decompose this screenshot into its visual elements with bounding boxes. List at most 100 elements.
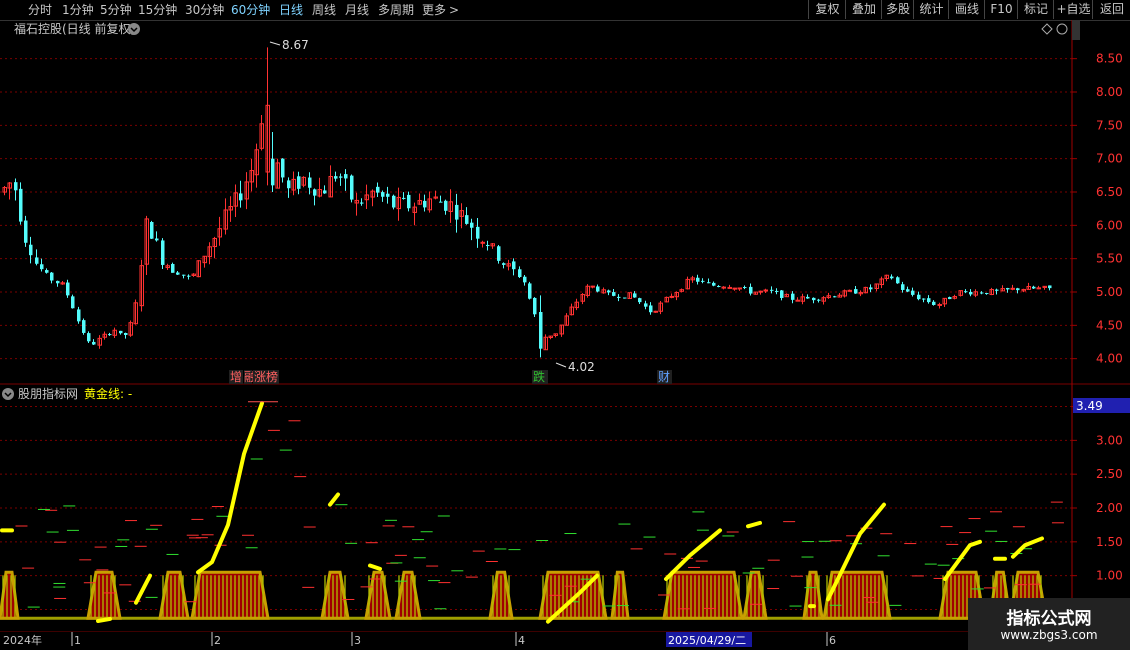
candle-body-down <box>623 297 627 299</box>
candle-body-down <box>775 290 779 292</box>
price-axis: 8.50 8.00 7.50 7.00 6.50 6.00 5.50 5.00 4.50 4.00 <box>1072 52 1123 366</box>
candle-body-down <box>638 298 642 303</box>
tab-period-fenshi[interactable]: 分时 <box>28 2 52 18</box>
candle-body-up <box>727 286 732 289</box>
candle-body-up <box>847 289 852 292</box>
gold-line-segment <box>328 492 340 507</box>
kline-chart[interactable]: 8.50 8.00 7.50 7.00 6.50 6.00 5.50 5.00 4.50 4.00… <box>0 20 1130 650</box>
dropdown-circle-icon[interactable] <box>128 23 140 35</box>
candle-body-down <box>806 296 810 299</box>
candle-body-down <box>465 215 469 224</box>
mark-button[interactable]: 标记 <box>1017 0 1054 19</box>
candle-body-up <box>1010 287 1015 290</box>
low-marker-label: 4.02 <box>568 360 595 374</box>
candle-body-down <box>617 296 621 298</box>
candle-body-down <box>964 291 968 293</box>
gold-line-label: 黄金线: - <box>84 386 132 401</box>
tab-period-monthly[interactable]: 月线 <box>345 2 369 18</box>
candle-body-down <box>995 289 999 291</box>
candle-body-down <box>71 296 75 309</box>
circle-icon[interactable] <box>1056 23 1068 35</box>
candle-body-down <box>969 291 973 295</box>
watermark-logo: 指标公式网 www.zbgs3.com <box>968 598 1130 650</box>
candle-body-down <box>444 200 448 211</box>
tab-period-15min[interactable]: 15分钟 <box>138 2 177 18</box>
price-tick-label: 6.50 <box>1096 185 1123 199</box>
tab-period-60min[interactable]: 60分钟 <box>231 2 270 18</box>
candle-body-down <box>906 289 910 292</box>
back-button[interactable]: 返回 <box>1092 0 1130 19</box>
candle-body-down <box>35 257 39 264</box>
candle-body-down <box>19 188 23 222</box>
tab-period-1min[interactable]: 1分钟 <box>62 2 94 18</box>
candle-body-down <box>518 269 522 278</box>
price-tick-label: 8.00 <box>1096 85 1123 99</box>
candle-body-down <box>512 261 516 270</box>
cursor-date-label: 2025/04/29/二 <box>668 634 746 647</box>
chevron-right-icon: > <box>449 3 460 17</box>
price-tick-label: 5.00 <box>1096 285 1123 299</box>
candle-body-up <box>732 287 737 290</box>
event-tags[interactable]: 增 融 涨榜 跌 财 <box>229 369 672 384</box>
candle-body-down <box>376 186 380 193</box>
draw-line-button[interactable]: 画线 <box>948 0 985 19</box>
fuquan-button[interactable]: 复权 <box>808 0 846 19</box>
candle-body-down <box>281 158 285 178</box>
candle-body-down <box>486 244 490 247</box>
price-tick-label: 7.00 <box>1096 152 1123 166</box>
f10-button[interactable]: F10 <box>984 0 1018 19</box>
candle-body-up <box>937 303 942 306</box>
candle-body-down <box>402 197 406 199</box>
candle-body-down <box>82 320 86 333</box>
tab-period-weekly[interactable]: 周线 <box>312 2 336 18</box>
candle-body-down <box>50 272 54 281</box>
gold-line-segment <box>196 401 264 575</box>
add-favorite-button[interactable]: +自选 <box>1053 0 1093 19</box>
candles <box>2 47 1052 358</box>
candle-body-down <box>932 301 936 305</box>
price-tick-label: 4.00 <box>1096 352 1123 366</box>
candle-body-down <box>911 290 915 295</box>
price-grid <box>0 58 1072 610</box>
candle-body-down <box>917 294 921 300</box>
tab-period-30min[interactable]: 30分钟 <box>185 2 224 18</box>
gold-line-segment <box>1011 536 1044 559</box>
high-marker-label: 8.67 <box>282 38 309 52</box>
candle-body-down <box>497 246 501 261</box>
tab-period-daily[interactable]: 日线 <box>279 2 303 18</box>
candle-body-down <box>927 298 931 303</box>
candle-body-down <box>360 202 364 204</box>
candle-body-down <box>712 282 716 286</box>
diamond-icon[interactable] <box>1041 23 1053 35</box>
tab-period-multi[interactable]: 多周期 <box>378 2 414 18</box>
tab-period-more[interactable]: 更多 > <box>422 2 459 18</box>
multi-stock-button[interactable]: 多股 <box>881 0 914 19</box>
candle-body-down <box>523 276 527 283</box>
tab-period-5min[interactable]: 5分钟 <box>100 2 132 18</box>
overlay-button[interactable]: 叠加 <box>845 0 882 19</box>
candle-body-down <box>182 274 186 276</box>
candle-body-down <box>528 283 532 299</box>
candle-body-down <box>817 299 821 301</box>
candle-body-down <box>470 222 474 228</box>
indicator-tick-label: 2.50 <box>1096 467 1123 481</box>
candle-body-down <box>29 244 33 256</box>
candle-body-down <box>407 194 411 209</box>
candle-body-down <box>45 270 49 273</box>
price-tick-label: 4.50 <box>1096 318 1123 332</box>
candle-body-down <box>161 240 165 265</box>
candle-body-down <box>644 303 648 307</box>
tag-die: 跌 <box>533 369 545 384</box>
candle-body-down <box>985 293 989 295</box>
candle-body-down <box>124 333 128 335</box>
statistics-button[interactable]: 统计 <box>913 0 949 19</box>
candle-body-down <box>539 312 543 349</box>
price-tick-label: 7.50 <box>1096 118 1123 132</box>
dropdown-circle-icon[interactable] <box>2 388 14 400</box>
tag-zeng: 增 <box>230 370 242 384</box>
zone-block <box>320 570 350 620</box>
candle-body-down <box>649 305 653 313</box>
candle-body-down <box>14 182 18 191</box>
scroll-bar-track[interactable] <box>1072 20 1080 40</box>
candle-body-up <box>590 285 595 288</box>
